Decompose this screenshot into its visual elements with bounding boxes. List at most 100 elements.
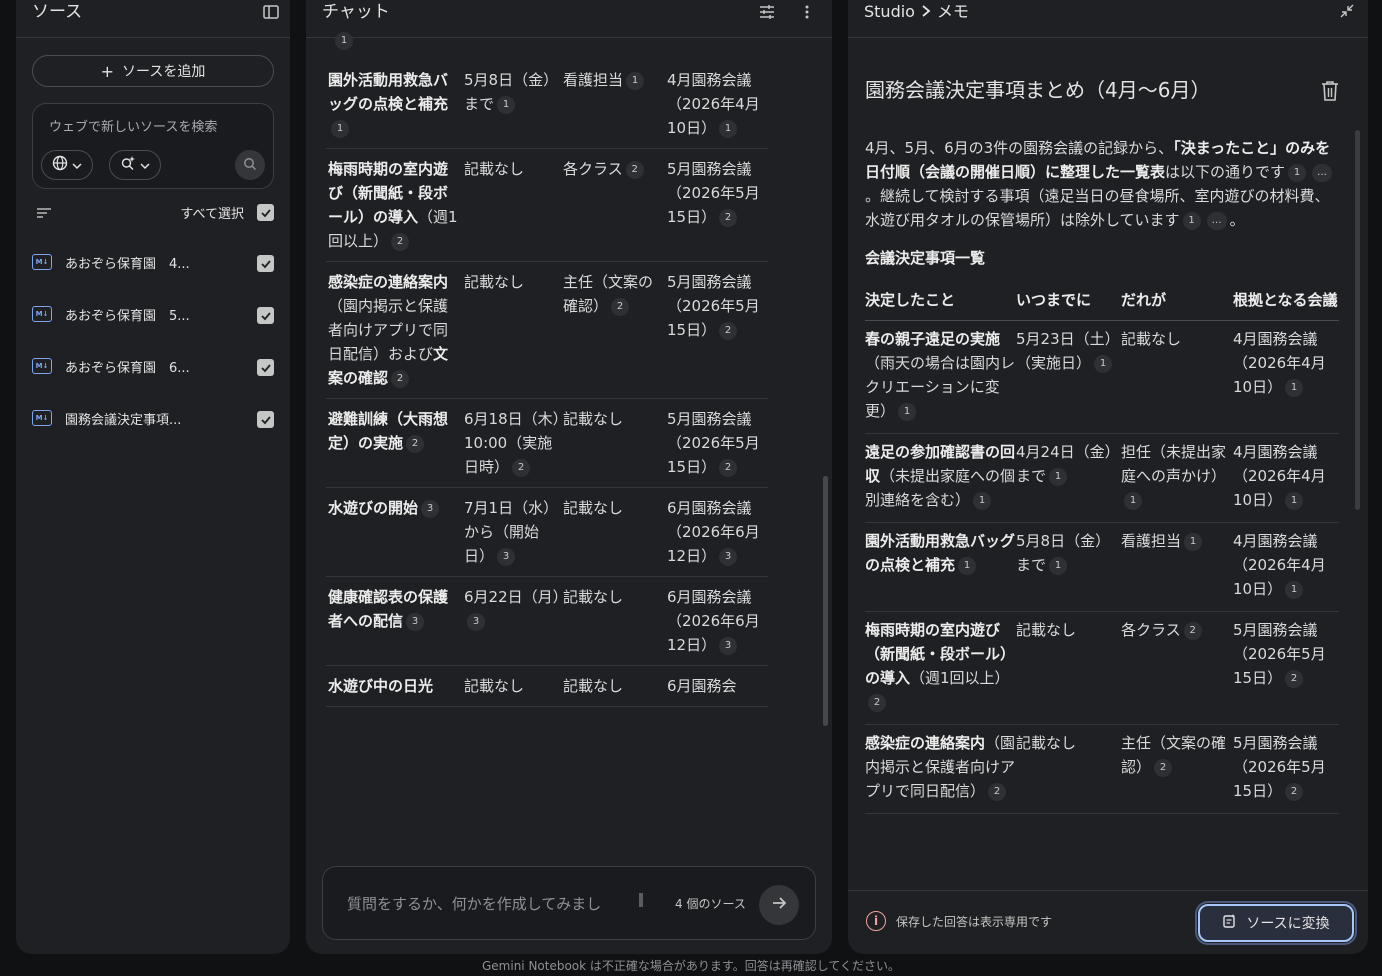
citation-chip[interactable]: 1 — [335, 32, 353, 50]
input-caret — [639, 893, 643, 907]
citation-chip[interactable]: 3 — [497, 547, 516, 566]
chat-input[interactable]: 質問をするか、何かを作成してみまし — [347, 893, 601, 914]
citation-chip[interactable]: 2 — [719, 321, 738, 340]
tune-icon[interactable] — [758, 3, 776, 21]
cell-what: 避難訓練（大雨想定）の実施 2 — [326, 398, 462, 488]
citation-chip[interactable]: 2 — [719, 458, 738, 477]
citation-chip[interactable]: 1 — [1049, 556, 1068, 575]
citation-chip[interactable]: 2 — [1285, 782, 1304, 801]
table-row: 水遊びの開始 3 7月1日（水）から（開始日） 3 記載なし 6月園務会議（2026年6月… — [326, 487, 768, 577]
cell-who: 記載なし — [561, 487, 665, 577]
source-checkbox[interactable] — [257, 307, 274, 324]
delete-icon[interactable] — [1320, 80, 1340, 106]
citation-chip[interactable]: 1 — [1285, 378, 1304, 397]
cell-what: 園外活動用救急バッグの点検と補充1 — [326, 60, 462, 149]
citation-chip[interactable]: 1 — [1094, 354, 1113, 373]
cell-when: 5月8日（金）まで 1 — [462, 60, 561, 149]
research-mode-dropdown[interactable] — [109, 150, 161, 180]
note-content[interactable]: 4月、5月、6月の3件の園務会議の記録から、「決まったこと」のみを日付順（会議の… — [865, 136, 1339, 890]
citation-chip[interactable]: 2 — [1183, 621, 1202, 640]
table-row: 感染症の連絡案内（園内掲示と保護者向けアプリで同日配信）および文案の確認 2 記載な… — [326, 261, 768, 399]
search-submit-button[interactable] — [235, 150, 265, 180]
cell-meeting: 6月園務会議（2026年6月12日） 3 — [665, 576, 768, 666]
citation-chip[interactable]: 1 — [1184, 532, 1203, 551]
add-source-button[interactable]: + ソースを追加 — [32, 55, 274, 87]
citation-chip[interactable]: 2 — [512, 458, 531, 477]
table-row: 水遊び中の日光 記載なし 記載なし 6月園務会 — [326, 665, 768, 707]
table-row: 園外活動用救急バッグの点検と補充15月8日（金）まで1看護担当14月園務会議（2… — [326, 60, 768, 149]
citation-chip[interactable]: 2 — [611, 297, 630, 316]
more-vert-icon[interactable] — [798, 3, 816, 21]
send-button[interactable] — [759, 885, 799, 925]
source-item[interactable]: M↓ あおぞら保育園 4... — [32, 249, 274, 279]
citation-chip[interactable]: 2 — [719, 208, 738, 227]
citation-chip[interactable]: 1 — [719, 119, 738, 138]
citation-chip[interactable]: 2 — [391, 369, 410, 388]
add-source-label: ソースを追加 — [122, 64, 206, 80]
chat-messages[interactable]: 1 園外活動用救急バッグの点検と補充1 5月8日（金）まで 1 看護担当 1 4月園務会議… — [326, 24, 768, 850]
source-item-label: 園務会議決定事項... — [65, 413, 182, 428]
cell-what: 感染症の連絡案内（園内掲示と保護者向けアプリで同日配信）および文案の確認 2 — [326, 261, 462, 399]
read-only-notice: 保存した回答は表示専用です — [896, 915, 1053, 929]
cell-when: 記載なし — [1016, 611, 1121, 725]
web-source-search: ウェブで新しいソースを検索 — [32, 103, 274, 189]
citation-chip[interactable]: 2 — [406, 434, 425, 453]
citation-chip[interactable]: 2 — [1285, 669, 1304, 688]
source-checkbox[interactable] — [257, 255, 274, 272]
cell-what: 感染症の連絡案内（園内掲示と保護者向けアプリで同日配信） 2 — [865, 724, 1016, 814]
citation-chip[interactable]: 1 — [1124, 491, 1142, 510]
citation-chip[interactable]: 3 — [421, 499, 440, 518]
citation-chip[interactable]: 1 — [898, 402, 917, 421]
citation-chip[interactable]: 3 — [406, 612, 425, 631]
cell-meeting: 5月園務会議（2026年5月15日） 2 — [665, 261, 768, 399]
breadcrumb-studio[interactable]: Studio — [864, 0, 915, 24]
citation-chip[interactable]: 1 — [331, 119, 349, 138]
citation-chip[interactable]: 1 — [1049, 467, 1068, 486]
table-row: 園外活動用救急バッグの点検と補充15月8日（金）まで1看護担当14月園務会議（2… — [865, 522, 1339, 612]
citation-chip[interactable]: 1 — [497, 95, 516, 114]
web-scope-dropdown[interactable] — [41, 150, 93, 180]
cell-when: 5月23日（土）（実施日） 1 — [1016, 320, 1121, 434]
source-item[interactable]: M↓ あおぞら保育園 6... — [32, 353, 274, 383]
source-item[interactable]: M↓ あおぞら保育園 5... — [32, 301, 274, 331]
citation-chip[interactable]: 1 — [1285, 491, 1304, 510]
sparkle-search-icon — [120, 155, 136, 175]
note-convert-icon — [1222, 913, 1238, 933]
citation-chip[interactable]: 2 — [391, 232, 410, 251]
source-checkbox[interactable] — [257, 411, 274, 428]
citation-chip[interactable]: 3 — [719, 547, 738, 566]
citation-chip[interactable]: 2 — [1154, 758, 1173, 777]
collapse-icon[interactable] — [1340, 3, 1358, 21]
footer-disclaimer: Gemini Notebook は不正確な場合があります。回答は再確認してくださ… — [481, 959, 900, 973]
citation-chip[interactable]: 1 — [626, 71, 645, 90]
citation-chip[interactable]: 1 — [1285, 580, 1304, 599]
select-all-checkbox[interactable] — [257, 204, 274, 221]
chat-panel: チャット 1 園外活動用救急バッグの点検と補充1 5月8日（金）まで 1 看護担当 1 4… — [306, 0, 832, 954]
source-checkbox[interactable] — [257, 359, 274, 376]
table-row: 健康確認表の保護者への配信 3 6月22日（月）3 記載なし 6月園務会議（2026年6… — [326, 576, 768, 666]
source-item[interactable]: M↓ 園務会議決定事項... — [32, 405, 274, 435]
citation-chip[interactable]: 3 — [467, 612, 485, 631]
citation-chip[interactable]: 2 — [625, 160, 644, 179]
chat-scrollbar[interactable] — [823, 476, 828, 726]
cell-who: 記載なし — [561, 665, 665, 707]
web-search-input[interactable]: ウェブで新しいソースを検索 — [49, 116, 217, 135]
cell-who: 記載なし — [561, 398, 665, 488]
note-scrollbar[interactable] — [1355, 130, 1360, 510]
cell-when: 5月8日（金）まで 1 — [1016, 522, 1121, 612]
column-header: 根拠となる会議 — [1233, 282, 1339, 321]
convert-to-source-button[interactable]: ソースに変換 — [1198, 904, 1354, 942]
markdown-file-icon: M↓ — [32, 254, 52, 270]
cell-who: 記載なし — [561, 576, 665, 666]
cell-who: 各クラス 2 — [1121, 611, 1233, 725]
filter-icon[interactable] — [36, 205, 52, 224]
citation-chip[interactable]: 1 — [973, 491, 992, 510]
cell-meeting: 5月園務会議（2026年5月15日） 2 — [1233, 611, 1339, 725]
select-all-row: すべて選択 — [32, 198, 274, 228]
citation-chip[interactable]: 3 — [719, 636, 738, 655]
cell-who: 主任（文案の確認） 2 — [561, 261, 665, 399]
citation-chip[interactable]: 1 — [958, 556, 977, 575]
citation-chip[interactable]: 2 — [988, 782, 1007, 801]
citation-chip[interactable]: 2 — [868, 693, 886, 712]
collapse-panel-icon[interactable] — [262, 3, 280, 21]
